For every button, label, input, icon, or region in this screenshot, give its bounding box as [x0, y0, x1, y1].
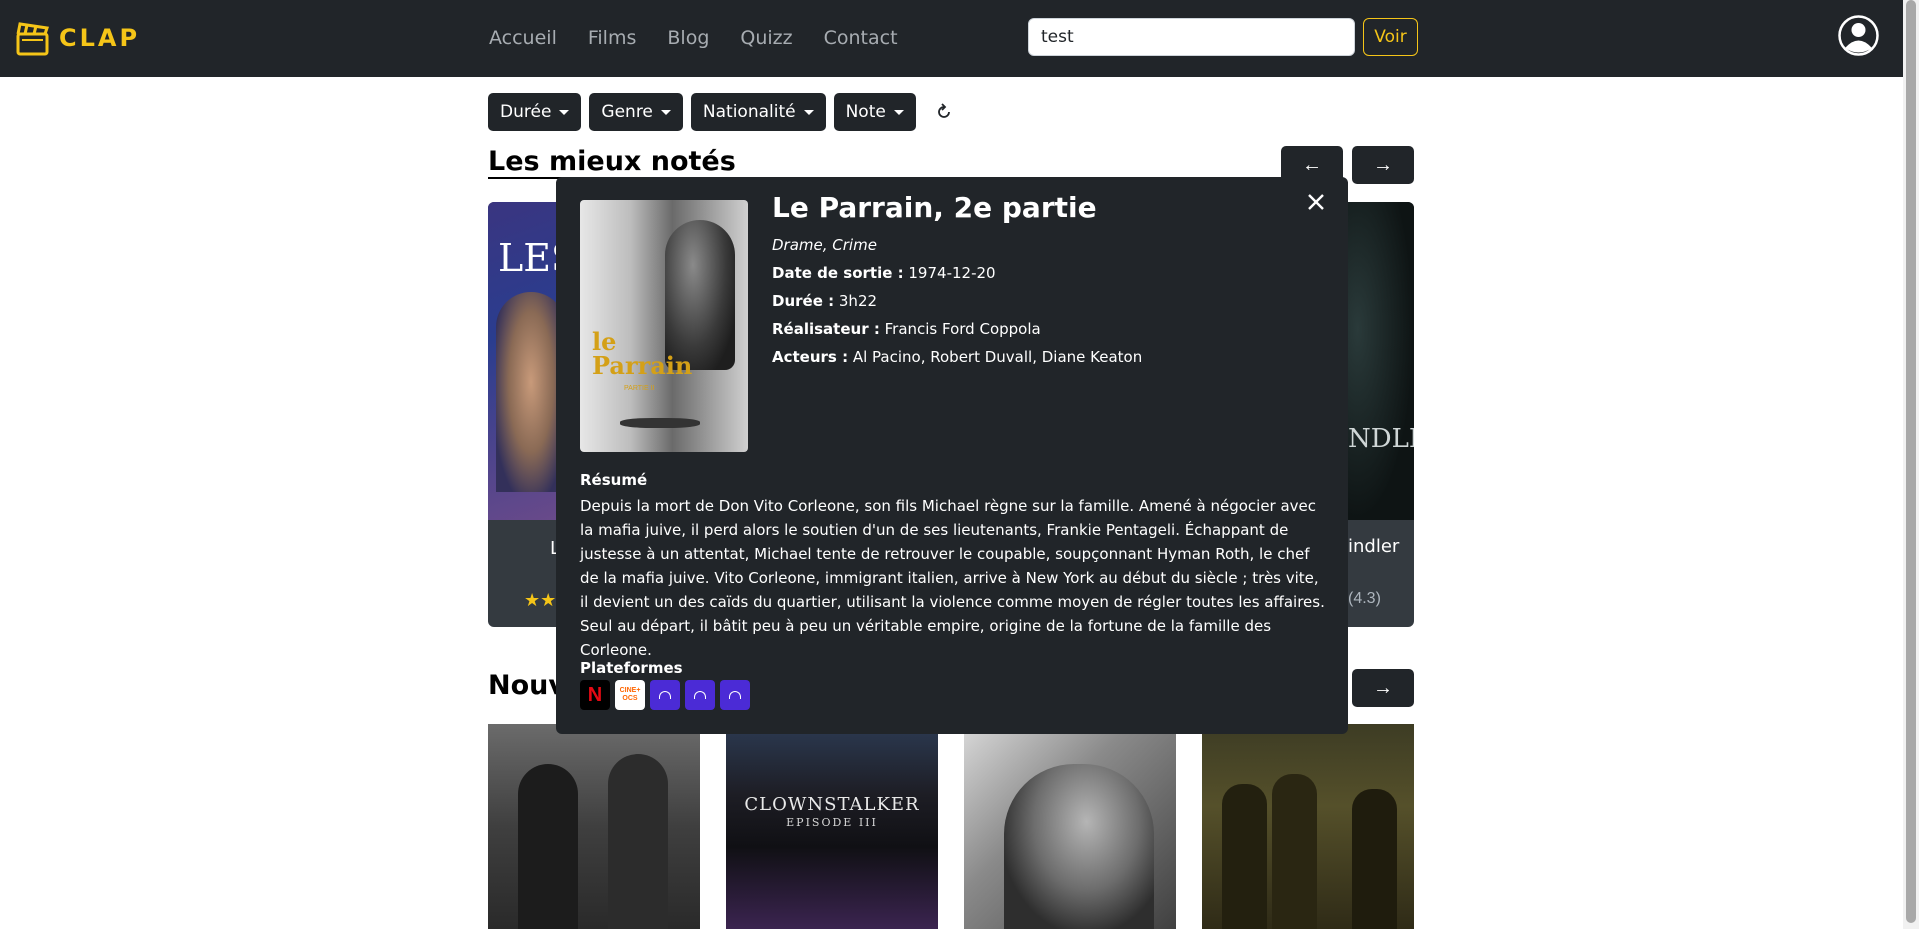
movie-thumbnail[interactable]: [964, 724, 1176, 929]
filter-duree-label: Durée: [500, 102, 552, 122]
star-rating-icon: ★★: [524, 590, 557, 610]
mountain-icon: [659, 691, 671, 699]
caret-down-icon: [893, 109, 904, 115]
next-button-new[interactable]: →: [1352, 669, 1414, 707]
paramount-icon[interactable]: [650, 680, 680, 710]
actors-value: Al Pacino, Robert Duvall, Diane Keaton: [852, 348, 1143, 366]
cine-ocs-icon[interactable]: CINE+ OCS: [615, 680, 645, 710]
filter-nationalite[interactable]: Nationalité: [690, 93, 826, 131]
duration-value: 3h22: [838, 292, 878, 310]
search-input[interactable]: [1028, 18, 1355, 56]
nav-films[interactable]: Films: [588, 27, 637, 49]
poster-figure: [1352, 789, 1397, 929]
filter-genre[interactable]: Genre: [589, 93, 683, 131]
caret-down-icon: [559, 109, 570, 115]
modal-title: Le Parrain, 2e partie: [772, 191, 1097, 224]
voir-button[interactable]: Voir: [1363, 18, 1418, 56]
caret-down-icon: [803, 109, 814, 115]
filter-duree[interactable]: Durée: [488, 93, 582, 131]
release-label: Date de sortie :: [772, 264, 904, 282]
logo[interactable]: CLAP: [16, 20, 140, 56]
paramount-channel-icon[interactable]: [720, 680, 750, 710]
section-title-top-rated: Les mieux notés: [488, 146, 736, 179]
poster-boat: [620, 418, 700, 428]
main-nav: Accueil Films Blog Quizz Contact: [489, 27, 898, 49]
caret-down-icon: [660, 109, 671, 115]
nav-accueil[interactable]: Accueil: [489, 27, 557, 49]
movie-thumbnail[interactable]: CLOWNSTALKER EPISODE III: [726, 724, 938, 929]
poster-figure: [665, 220, 735, 370]
reset-icon[interactable]: [934, 102, 954, 122]
release-date: Date de sortie : 1974-12-20: [772, 264, 996, 282]
user-avatar-icon[interactable]: [1838, 15, 1879, 56]
director: Réalisateur : Francis Ford Coppola: [772, 320, 1041, 338]
duration: Durée : 3h22: [772, 292, 877, 310]
movie-rating: (4.3): [1348, 590, 1381, 607]
poster-title-text: CLOWNSTALKER: [744, 794, 920, 815]
poster-figure: [1004, 764, 1154, 929]
poster-figure: [518, 764, 578, 929]
poster-subtitle-text: EPISODE III: [786, 816, 878, 829]
director-value: Francis Ford Coppola: [884, 320, 1041, 338]
movie-card-title: indler: [1348, 536, 1400, 557]
resume-text: Depuis la mort de Don Vito Corleone, son…: [580, 497, 1325, 659]
platforms-heading: Plateformes: [580, 659, 683, 677]
logo-text: CLAP: [59, 24, 141, 52]
movie-thumbnail[interactable]: [1202, 724, 1414, 929]
filter-nationalite-label: Nationalité: [702, 102, 796, 122]
paramount-plus-icon[interactable]: [685, 680, 715, 710]
actors-label: Acteurs :: [772, 348, 849, 366]
close-icon[interactable]: [1304, 190, 1328, 214]
movie-detail-modal: le Parrain PARTIE II Le Parrain, 2e part…: [556, 177, 1348, 734]
movie-thumbnail[interactable]: [488, 724, 700, 929]
navbar: CLAP Accueil Films Blog Quizz Contact Vo…: [0, 0, 1903, 77]
filter-note[interactable]: Note: [833, 93, 916, 131]
modal-genres: Drame, Crime: [772, 236, 877, 254]
poster-figure: [1222, 784, 1267, 929]
poster-figure: [608, 754, 668, 929]
poster-title-text: NDLER: [1348, 424, 1414, 454]
scroll-thumb[interactable]: [1906, 0, 1916, 923]
mountain-icon: [729, 691, 741, 699]
netflix-icon[interactable]: N: [580, 680, 610, 710]
arrow-left-icon: ←: [1302, 153, 1322, 176]
mountain-icon: [694, 691, 706, 699]
arrow-right-icon: →: [1373, 153, 1393, 176]
poster-subtitle-text: PARTIE II: [624, 385, 655, 392]
poster-figure: [1272, 774, 1317, 929]
clapperboard-icon: [16, 22, 49, 56]
filter-note-label: Note: [845, 102, 886, 122]
cine-ocs-label: CINE+ OCS: [619, 687, 641, 702]
release-value: 1974-12-20: [908, 264, 996, 282]
netflix-letter: N: [587, 683, 603, 706]
scrollbar[interactable]: [1903, 0, 1919, 929]
resume-heading: Résumé: [580, 471, 648, 489]
director-label: Réalisateur :: [772, 320, 880, 338]
duration-label: Durée :: [772, 292, 835, 310]
arrow-right-icon: →: [1373, 676, 1393, 699]
nav-blog[interactable]: Blog: [667, 27, 709, 49]
filter-genre-label: Genre: [601, 102, 653, 122]
section-title-new: Nouv: [488, 670, 566, 701]
modal-poster: le Parrain PARTIE II: [580, 200, 748, 452]
next-button[interactable]: →: [1352, 146, 1414, 184]
platform-list: N CINE+ OCS: [580, 680, 750, 710]
poster-title-text: le Parrain: [592, 327, 693, 380]
filter-bar: Durée Genre Nationalité Note: [488, 93, 954, 131]
nav-quizz[interactable]: Quizz: [740, 27, 792, 49]
nav-contact[interactable]: Contact: [824, 27, 898, 49]
actors: Acteurs : Al Pacino, Robert Duvall, Dian…: [772, 348, 1142, 366]
